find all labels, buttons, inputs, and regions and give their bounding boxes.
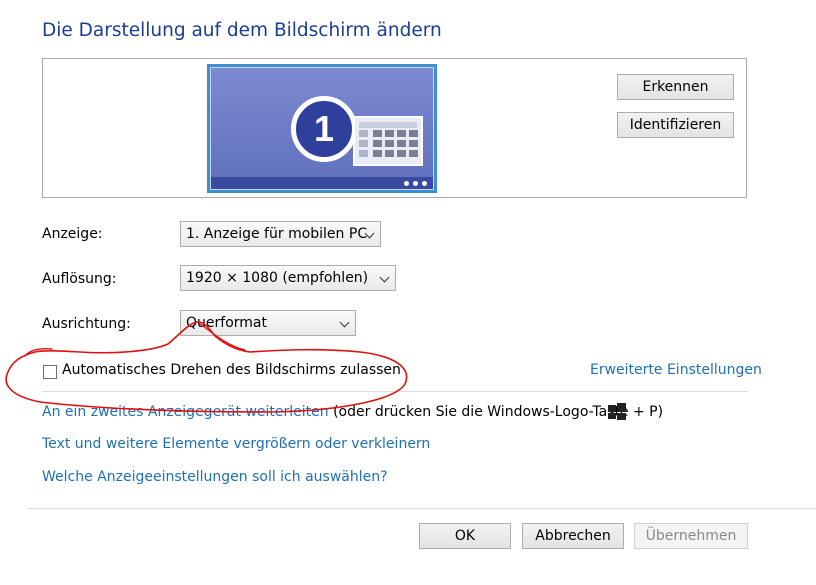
advanced-settings-link[interactable]: Erweiterte Einstellungen <box>590 362 762 378</box>
orientation-select[interactable]: Querformat <box>180 310 356 336</box>
more-dots-icon <box>404 181 427 186</box>
footer-divider <box>28 508 816 509</box>
resolution-label: Auflösung: <box>42 271 117 287</box>
display-select[interactable]: 1. Anzeige für mobilen PC <box>180 221 381 247</box>
divider <box>42 391 748 392</box>
auto-rotate-label[interactable]: Automatisches Drehen des Bildschirms zul… <box>62 362 401 378</box>
auto-rotate-checkbox[interactable] <box>43 365 57 379</box>
orientation-select-value: Querformat <box>186 315 267 331</box>
resolution-select[interactable]: 1920 × 1080 (empfohlen) <box>180 265 396 291</box>
monitor-1-thumbnail[interactable]: 1 <box>207 64 437 193</box>
monitor-number-badge: 1 <box>291 96 357 162</box>
display-select-value: 1. Anzeige für mobilen PC <box>186 226 368 242</box>
grid-icon <box>353 116 423 166</box>
project-hint-suffix: + P) <box>633 404 664 420</box>
chevron-down-icon <box>339 317 350 328</box>
project-row: An ein zweites Anzeigegerät weiterleiten… <box>42 404 629 420</box>
display-help-link[interactable]: Welche Anzeigeeinstellungen soll ich aus… <box>42 469 388 485</box>
display-label: Anzeige: <box>42 226 103 242</box>
project-hint-text: (oder drücken Sie die Windows-Logo-Taste <box>333 404 629 420</box>
windows-logo-icon <box>608 403 626 420</box>
apply-button[interactable]: Übernehmen <box>634 523 748 549</box>
page-title: Die Darstellung auf dem Bildschirm änder… <box>42 20 442 41</box>
identify-button[interactable]: Identifizieren <box>617 112 734 138</box>
ok-button[interactable]: OK <box>419 523 511 549</box>
project-second-display-link[interactable]: An ein zweites Anzeigegerät weiterleiten <box>42 404 329 420</box>
orientation-label: Ausrichtung: <box>42 316 131 332</box>
chevron-down-icon <box>379 272 390 283</box>
resize-text-link[interactable]: Text und weitere Elemente vergrößern ode… <box>42 436 430 452</box>
resolution-select-value: 1920 × 1080 (empfohlen) <box>186 270 369 286</box>
monitor-taskbar <box>211 177 433 189</box>
detect-button[interactable]: Erkennen <box>617 74 734 100</box>
cancel-button[interactable]: Abbrechen <box>522 523 624 549</box>
